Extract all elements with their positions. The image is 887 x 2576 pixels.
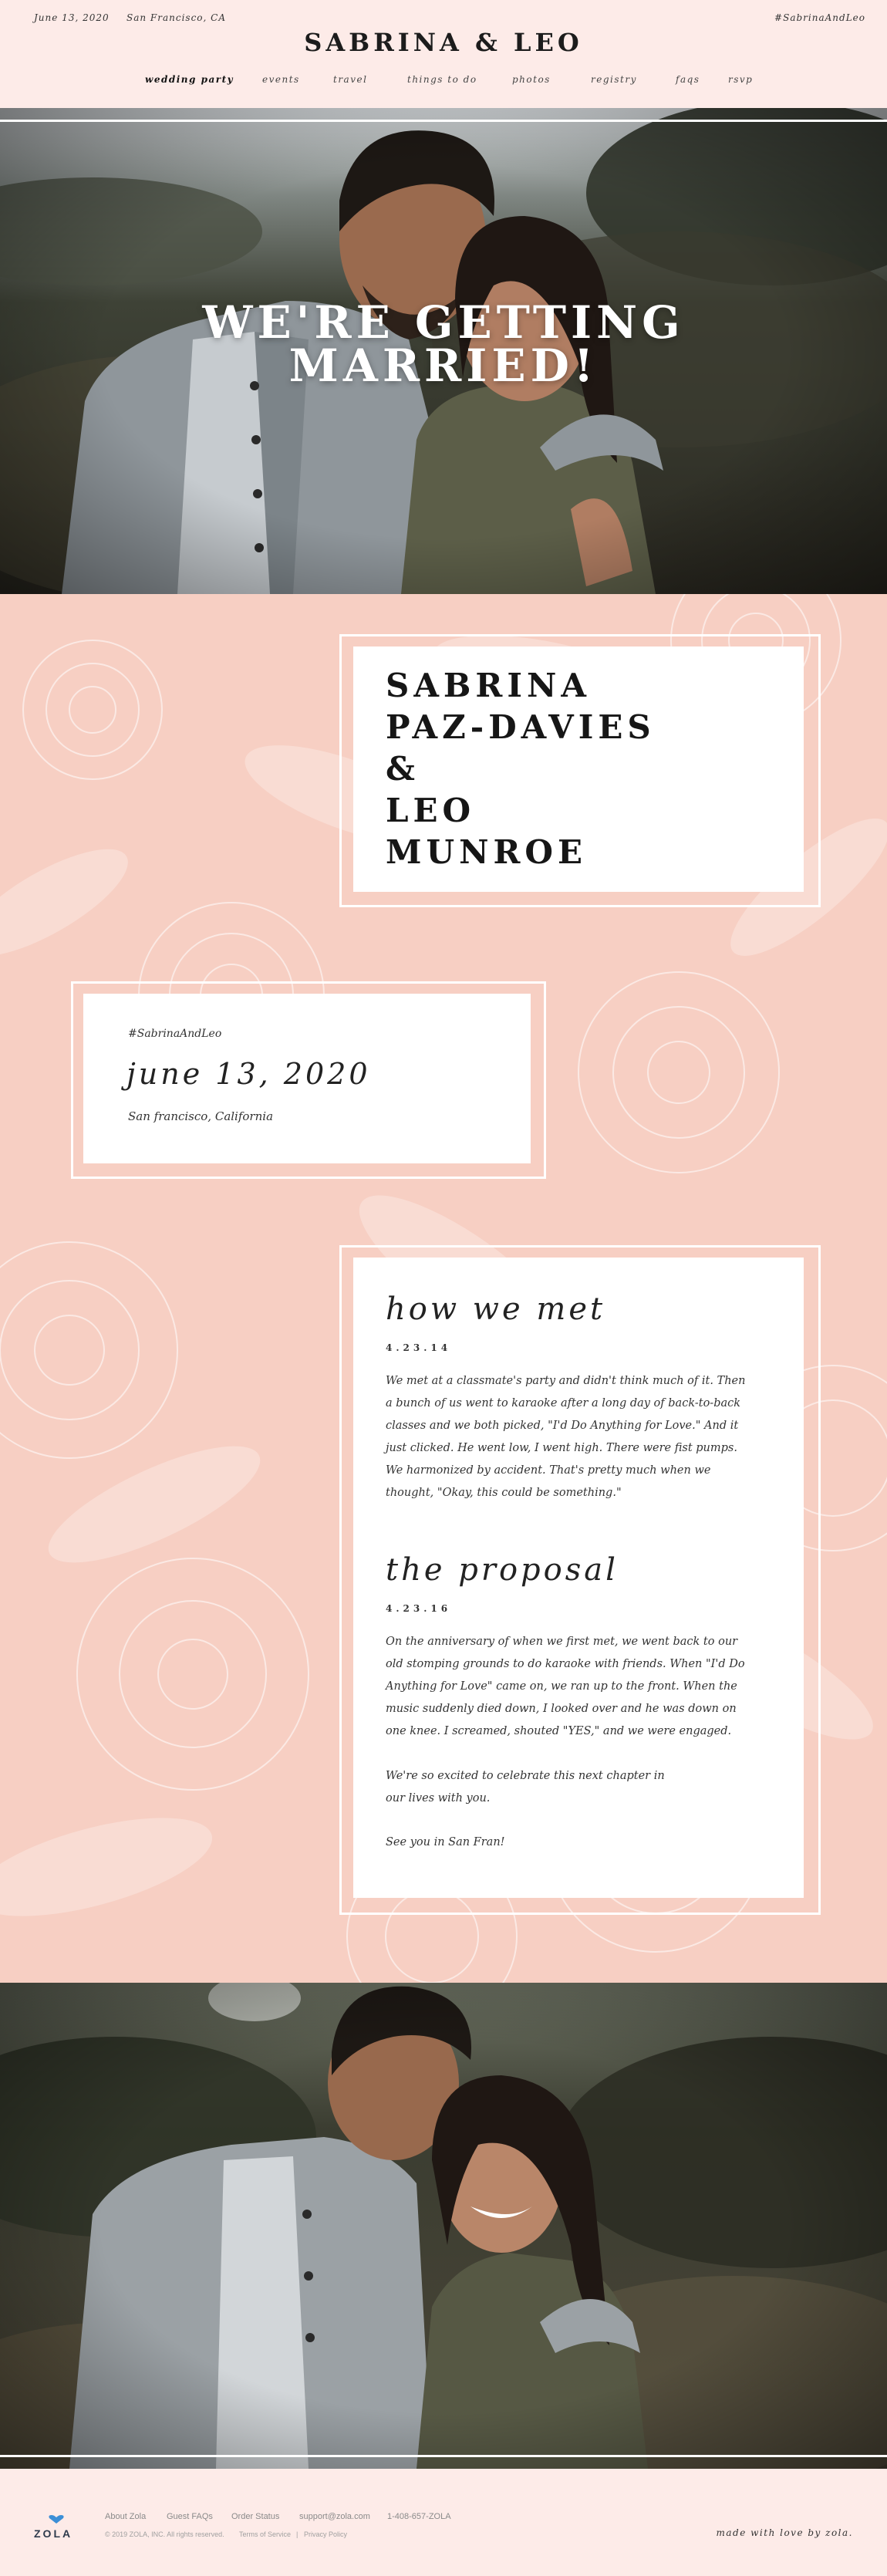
nav-wedding-party[interactable]: wedding party [145, 74, 234, 85]
nav-travel[interactable]: travel [333, 74, 367, 85]
nav-registry[interactable]: registry [591, 74, 637, 85]
excited-text: We're so excited to celebrate this next … [386, 1770, 665, 1805]
wedding-location: San Francisco, CA [126, 12, 227, 23]
footer-separator: | [296, 2530, 298, 2538]
proposal-text: On the anniversary of when we first met,… [386, 1636, 745, 1737]
hero-heading-line1: WE'RE GETTING [202, 296, 685, 349]
card-location: San francisco, California [128, 1109, 274, 1123]
proposal-heading: the proposal [386, 1552, 619, 1588]
footer-link-phone[interactable]: 1-408-657-ZOLA [387, 2512, 451, 2521]
nav-events[interactable]: events [262, 74, 300, 85]
wedding-hashtag: #SabrinaAndLeo [774, 12, 865, 23]
engagement-photo-section [0, 1983, 887, 2469]
photo-bottom-rule [0, 2455, 887, 2457]
zola-logo[interactable]: ZOLA [34, 2527, 73, 2540]
couple-name-ampersand: & [386, 750, 420, 788]
footer-link-about[interactable]: About Zola [105, 2512, 146, 2521]
couple-name-line2: PAZ-DAVIES [386, 708, 656, 746]
closing-text: See you in San Fran! [386, 1836, 505, 1848]
nav-things-to-do[interactable]: things to do [407, 74, 477, 85]
site-title[interactable]: SABRINA & LEO [0, 28, 887, 57]
made-with-love[interactable]: made with love by zola. [717, 2527, 854, 2538]
couple-name-line5: MUNROE [386, 833, 588, 871]
footer-copyright: © 2019 ZOLA, INC. All rights reserved. [105, 2530, 224, 2538]
hero-heading: WE'RE GETTING MARRIED! [0, 296, 887, 392]
footer-link-order-status[interactable]: Order Status [231, 2512, 279, 2521]
nav-photos[interactable]: photos [512, 74, 551, 85]
nav-faqs[interactable]: faqs [676, 74, 700, 85]
how-we-met-heading: how we met [386, 1291, 606, 1327]
hero-top-rule [0, 120, 887, 122]
footer-terms-link[interactable]: Terms of Service [239, 2530, 291, 2538]
hero-section: WE'RE GETTING MARRIED! [0, 108, 887, 594]
couple-names: SABRINA PAZ-DAVIES & LEO MUNROE [386, 665, 656, 873]
zola-heart-icon [49, 2515, 64, 2524]
how-we-met-text: We met at a classmate's party and didn't… [386, 1375, 746, 1499]
proposal-date: 4.23.16 [386, 1603, 452, 1614]
main-nav: wedding party events travel things to do… [0, 74, 887, 89]
site-header: June 13, 2020 San Francisco, CA #Sabrina… [0, 0, 887, 108]
couple-name-line1: SABRINA [386, 667, 591, 704]
site-footer: ZOLA About Zola Guest FAQs Order Status … [0, 2469, 887, 2576]
engagement-photo [0, 1983, 887, 2469]
footer-privacy-link[interactable]: Privacy Policy [304, 2530, 347, 2538]
footer-link-guest-faqs[interactable]: Guest FAQs [167, 2512, 213, 2521]
card-hashtag: #SabrinaAndLeo [128, 1028, 222, 1040]
footer-link-support-email[interactable]: support@zola.com [299, 2512, 370, 2521]
wedding-date: June 13, 2020 [34, 12, 110, 23]
couple-name-line4: LEO [386, 792, 476, 829]
how-we-met-date: 4.23.14 [386, 1342, 452, 1353]
hero-heading-line2: MARRIED! [288, 339, 599, 392]
card-date: june 13, 2020 [126, 1057, 371, 1091]
nav-rsvp[interactable]: rsvp [728, 74, 753, 85]
